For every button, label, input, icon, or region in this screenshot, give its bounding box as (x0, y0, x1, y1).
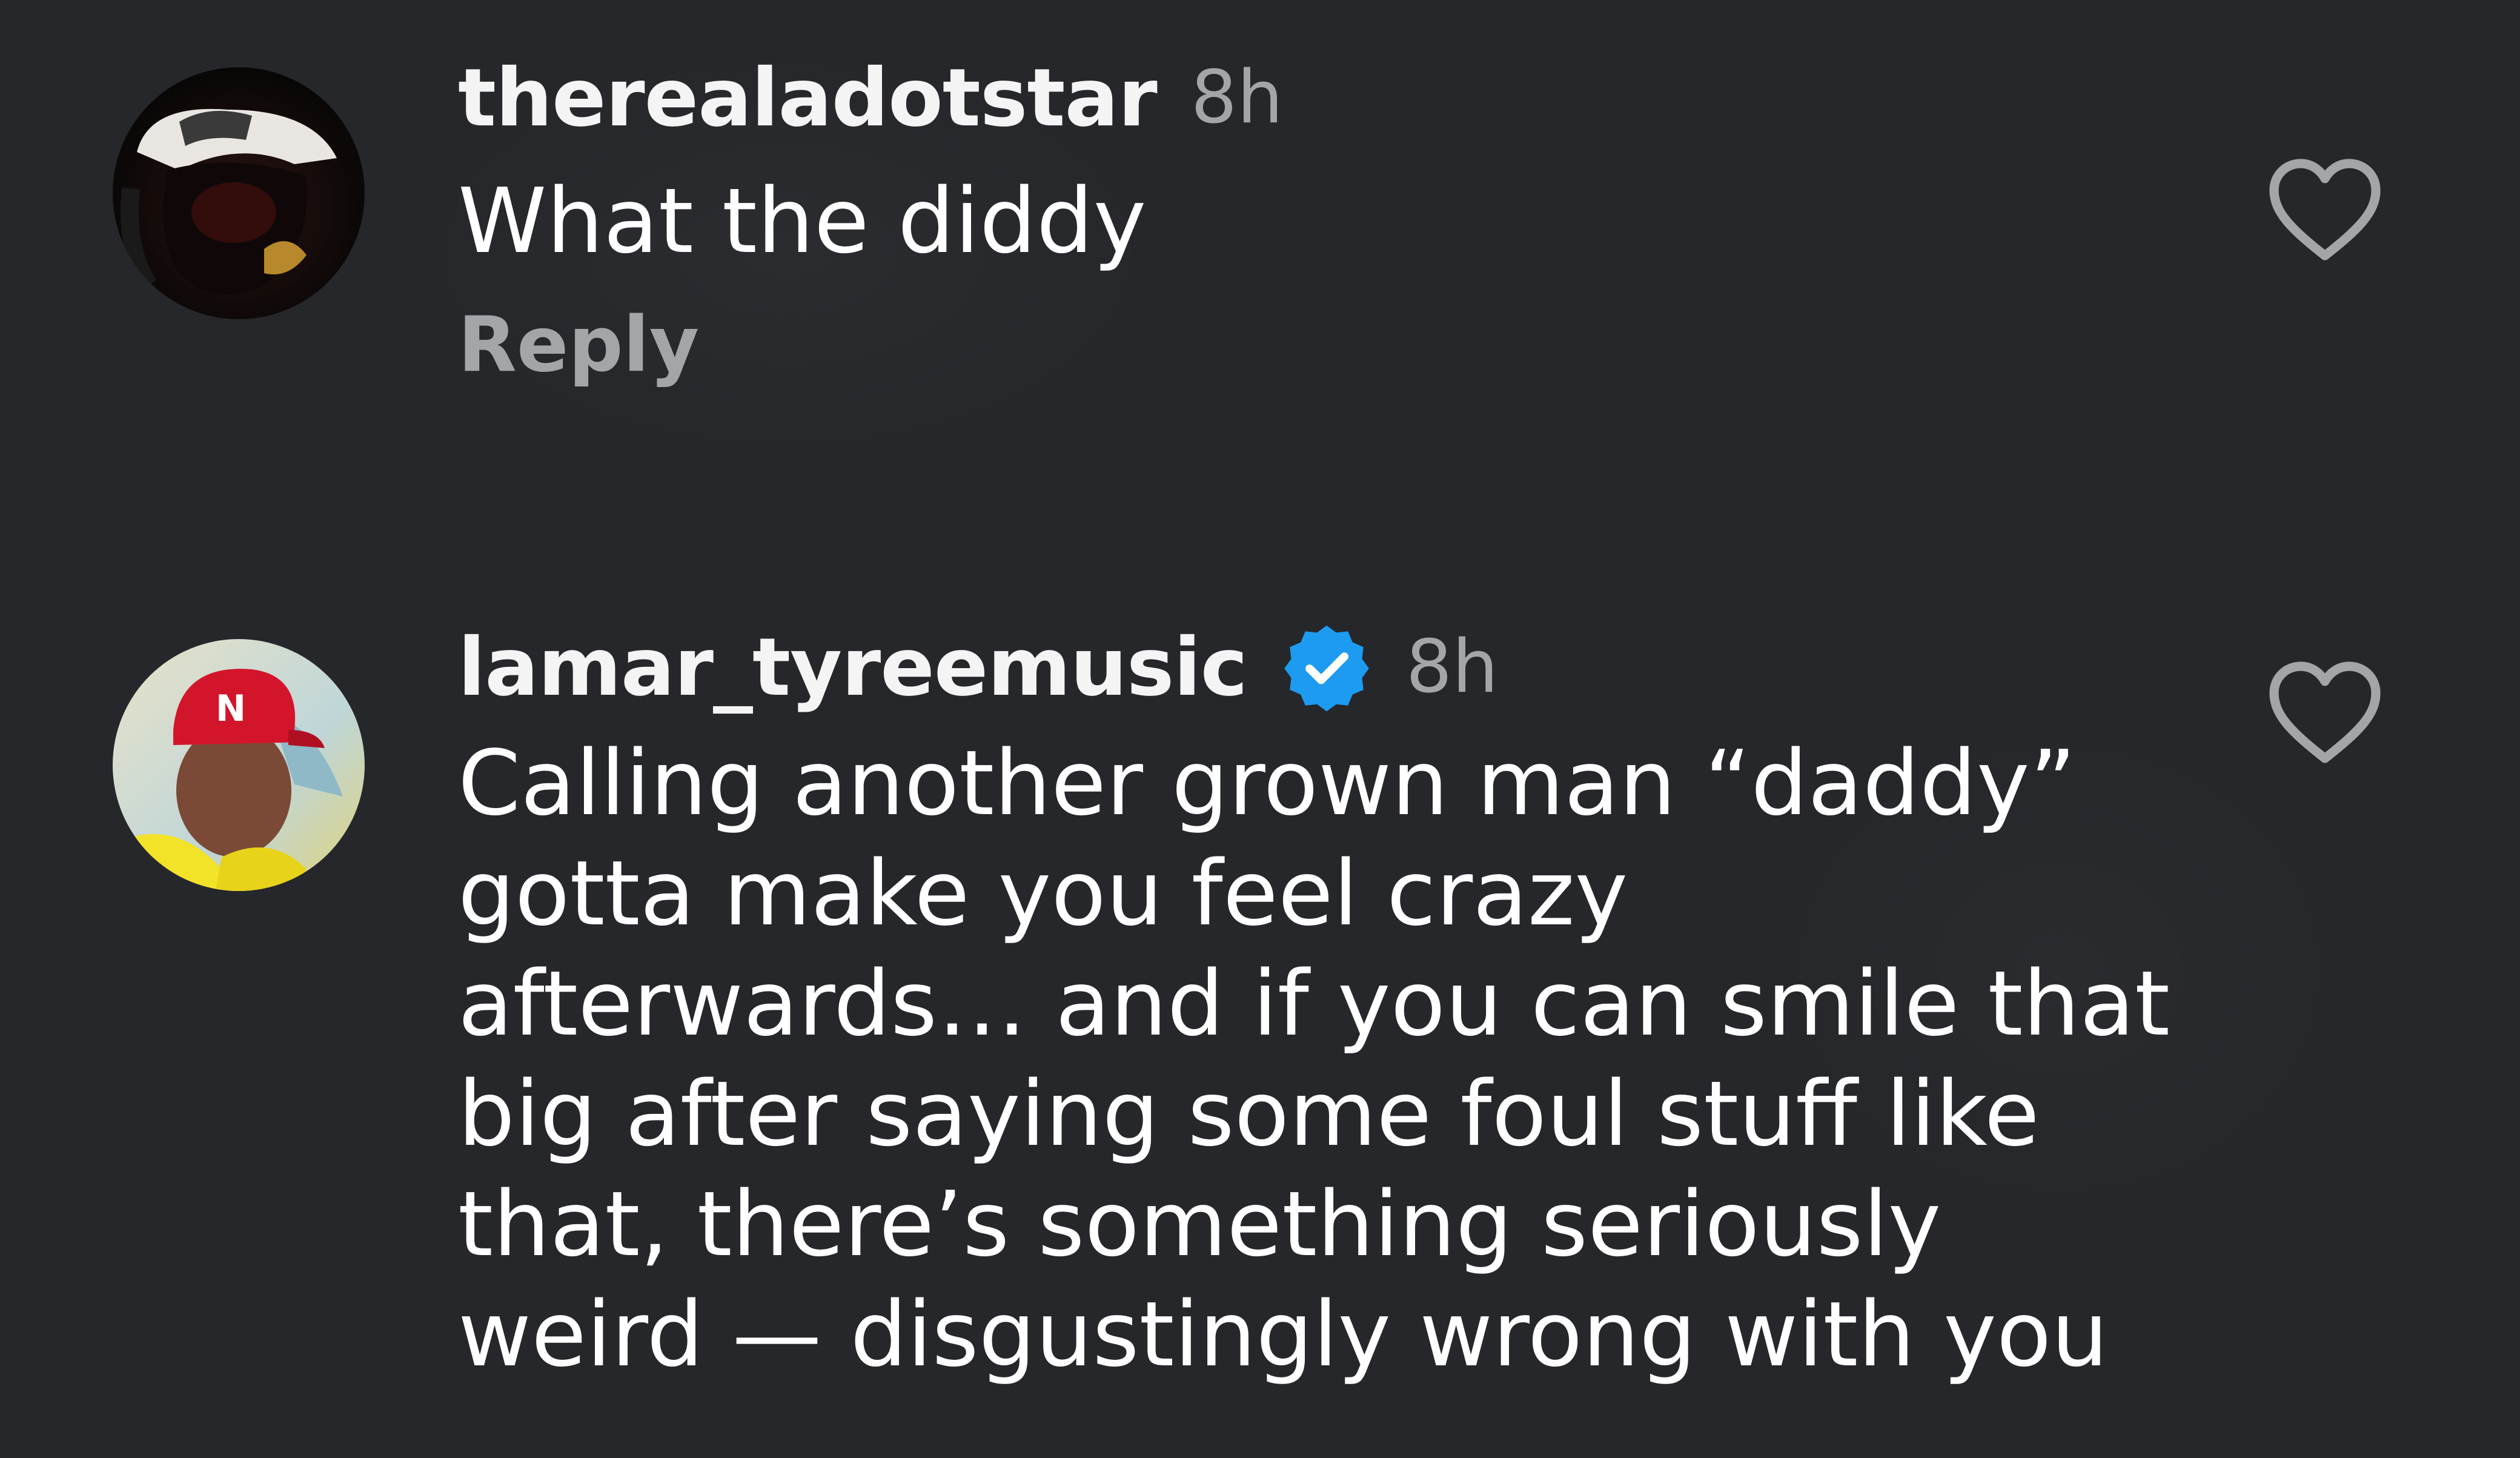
avatar-image: N (113, 639, 365, 891)
timestamp: 8h (1405, 625, 1499, 709)
reply-button[interactable]: Reply (458, 307, 699, 383)
avatar-image (113, 67, 365, 319)
comment-item: therealadotstar 8h What the diddy Reply (0, 0, 2520, 545)
avatar[interactable] (113, 67, 365, 319)
username[interactable]: therealadotstar (458, 58, 1158, 138)
comments-screen: therealadotstar 8h What the diddy Reply (0, 0, 2520, 1458)
avatar[interactable]: N (113, 639, 365, 891)
comment-text: What the diddy (458, 169, 1147, 273)
heart-outline-icon[interactable] (2266, 156, 2384, 263)
comment-meta: therealadotstar 8h (458, 44, 2205, 153)
svg-text:N: N (216, 688, 246, 730)
verified-badge-icon (1281, 622, 1372, 713)
comment-item: N lamar_tyreemusic 8h Calling another gr… (0, 545, 2520, 1458)
comment-body: lamar_tyreemusic 8h Calling another grow… (458, 613, 2205, 1390)
comment-body: therealadotstar 8h What the diddy Reply (458, 44, 2205, 383)
comment-meta: lamar_tyreemusic 8h (458, 613, 2205, 722)
timestamp: 8h (1190, 56, 1284, 140)
username[interactable]: lamar_tyreemusic (458, 628, 1248, 707)
heart-outline-icon[interactable] (2266, 659, 2384, 766)
comment-text: Calling another grown man “daddy” gotta … (458, 731, 2170, 1387)
